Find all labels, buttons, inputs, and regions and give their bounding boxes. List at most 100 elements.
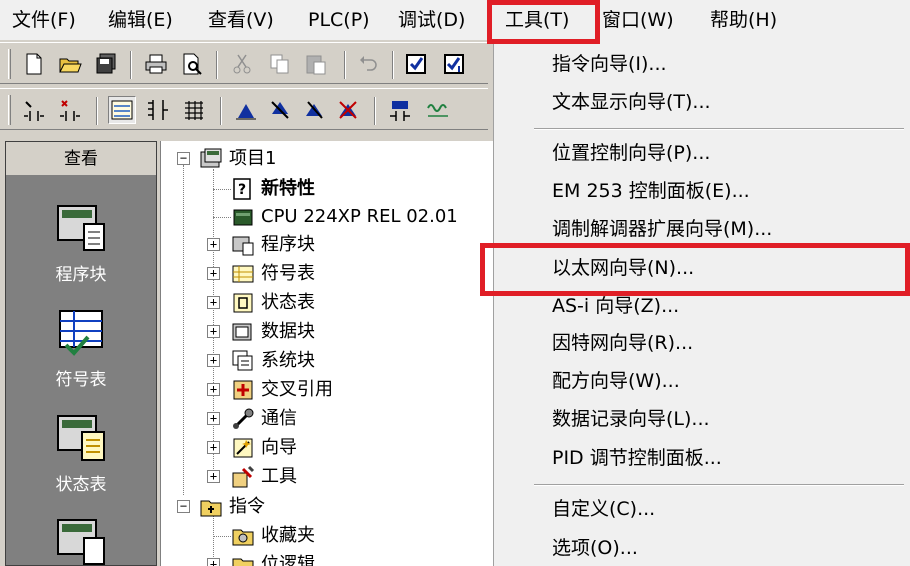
open-folder-icon — [59, 58, 82, 73]
menu-file[interactable]: 文件(F) — [12, 0, 76, 40]
menu-item-em253-control-panel[interactable]: EM 253 控制面板(E)... — [552, 176, 750, 206]
nav-item-label: 状态表 — [55, 475, 107, 495]
tree-node-symbol-table[interactable]: 符号表 — [231, 260, 315, 288]
compile-all-button[interactable] — [440, 50, 468, 78]
tree-connector — [213, 536, 231, 537]
menu-tools[interactable]: 工具(T) — [505, 0, 569, 40]
line-up-button[interactable] — [232, 96, 260, 124]
tree-node-status-table[interactable]: 状态表 — [231, 289, 315, 317]
menu-item-customize[interactable]: 自定义(C)... — [552, 494, 655, 524]
nav-item-label: 符号表 — [55, 370, 107, 390]
tree-node-tools[interactable]: 工具 — [231, 463, 297, 491]
menu-window[interactable]: 窗口(W) — [602, 0, 674, 40]
communication-icon — [233, 408, 254, 429]
open-file-button[interactable] — [56, 50, 84, 78]
tree-node-system-block[interactable]: 系统块 — [231, 347, 315, 375]
menu-item-pid-tune-panel[interactable]: PID 调节控制面板... — [552, 443, 722, 473]
tree-node-program-block[interactable]: 程序块 — [231, 231, 315, 259]
tree-node-label: 状态表 — [261, 292, 315, 313]
line-down-button[interactable] — [266, 96, 294, 124]
tree-expand-toggle[interactable]: + — [207, 558, 220, 566]
menu-item-internet-wizard[interactable]: 因特网向导(R)... — [552, 328, 693, 358]
tree-expand-toggle[interactable]: + — [207, 470, 220, 483]
print-button[interactable] — [142, 50, 170, 78]
contact-icon — [390, 101, 410, 121]
system-block-icon — [232, 350, 253, 371]
save-all-button[interactable] — [92, 50, 120, 78]
insert-network-icon — [24, 101, 44, 121]
nav-item-data-block[interactable] — [6, 514, 156, 566]
menu-item-modem-expansion-wizard[interactable]: 调制解调器扩展向导(M)... — [552, 214, 772, 244]
tree-connector — [213, 189, 231, 190]
tree-node-label: 收藏夹 — [261, 525, 315, 546]
contact-button[interactable] — [386, 96, 414, 124]
toolbar-separator — [392, 51, 394, 79]
fbd-view-button[interactable] — [144, 96, 172, 124]
tree-node-favorites[interactable]: 收藏夹 — [231, 522, 315, 550]
delete-network-button[interactable] — [56, 96, 84, 124]
tree-node-wizard[interactable]: 向导 — [231, 434, 297, 462]
menu-item-position-control-wizard[interactable]: 位置控制向导(P)... — [552, 138, 710, 168]
menu-help[interactable]: 帮助(H) — [710, 0, 777, 40]
menu-item-ethernet-wizard[interactable]: 以太网向导(N)... — [552, 253, 694, 283]
tree-node-data-block[interactable]: 数据块 — [231, 318, 315, 346]
tree-node-project[interactable]: 项目1 — [199, 145, 276, 173]
tree-expand-toggle[interactable]: + — [207, 441, 220, 454]
insert-network-button[interactable] — [20, 96, 48, 124]
tree-node-label: 工具 — [261, 466, 297, 487]
tree-node-instructions[interactable]: 指令 — [199, 493, 265, 521]
menu-item-data-log-wizard[interactable]: 数据记录向导(L)... — [552, 404, 710, 434]
cut-button[interactable] — [228, 50, 256, 78]
line-right-button[interactable] — [334, 96, 362, 124]
menu-edit[interactable]: 编辑(E) — [108, 0, 173, 40]
stl-view-button[interactable] — [180, 96, 208, 124]
menu-item-asi-wizard[interactable]: AS-i 向导(Z)... — [552, 291, 679, 321]
tools-icon — [232, 465, 255, 488]
paste-button[interactable] — [302, 50, 330, 78]
menu-plc[interactable]: PLC(P) — [308, 0, 370, 40]
menu-item-recipe-wizard[interactable]: 配方向导(W)... — [552, 366, 680, 396]
status-table-icon — [233, 293, 253, 313]
tree-node-bit-logic[interactable]: 位逻辑 — [231, 551, 315, 566]
tree-expand-toggle[interactable]: + — [207, 383, 220, 396]
toolbar-grip[interactable] — [8, 49, 11, 79]
tree-expand-toggle[interactable]: + — [207, 354, 220, 367]
compile-button[interactable] — [402, 50, 430, 78]
tree-connector — [183, 165, 184, 495]
tree-node-label: 符号表 — [261, 263, 315, 284]
delete-network-icon — [60, 100, 80, 121]
tree-collapse-toggle[interactable]: − — [177, 152, 190, 165]
tree-node-label: 新特性 — [261, 178, 315, 199]
line-up-icon — [236, 104, 256, 120]
menu-debug[interactable]: 调试(D) — [398, 0, 465, 40]
tree-node-label: 位逻辑 — [261, 554, 315, 566]
new-file-button[interactable] — [20, 50, 48, 78]
ladder-view-button[interactable] — [108, 96, 136, 124]
print-preview-button[interactable] — [178, 50, 206, 78]
project-icon — [200, 148, 222, 168]
tree-collapse-toggle[interactable]: − — [177, 500, 190, 513]
tree-node-cross-reference[interactable]: 交叉引用 — [231, 376, 333, 404]
tree-expand-toggle[interactable]: + — [207, 296, 220, 309]
nav-item-symbol-table[interactable]: 符号表 — [6, 305, 156, 390]
menu-item-instruction-wizard[interactable]: 指令向导(I)... — [552, 49, 667, 79]
tree-node-communication[interactable]: 通信 — [231, 405, 297, 433]
line-left-button[interactable] — [300, 96, 328, 124]
tree-expand-toggle[interactable]: + — [207, 267, 220, 280]
menu-item-options[interactable]: 选项(O)... — [552, 533, 638, 563]
tree-expand-toggle[interactable]: + — [207, 325, 220, 338]
menu-view[interactable]: 查看(V) — [208, 0, 274, 40]
nav-item-status-table[interactable]: 状态表 — [6, 410, 156, 495]
tree-node-label: 指令 — [229, 496, 265, 517]
project-tree: − 项目1 ? 新特性 CPU 224XP REL 02.01 + 程序块 + … — [160, 141, 493, 566]
menu-item-text-display-wizard[interactable]: 文本显示向导(T)... — [552, 87, 711, 117]
tree-expand-toggle[interactable]: + — [207, 238, 220, 251]
coil-button[interactable] — [424, 96, 452, 124]
tree-expand-toggle[interactable]: + — [207, 412, 220, 425]
nav-item-program-block[interactable]: 程序块 — [6, 200, 156, 285]
tree-node-new-features[interactable]: ? 新特性 — [231, 175, 315, 203]
tree-node-cpu[interactable]: CPU 224XP REL 02.01 — [231, 203, 458, 231]
toolbar-grip[interactable] — [8, 95, 11, 125]
undo-button[interactable] — [354, 50, 382, 78]
copy-button[interactable] — [266, 50, 294, 78]
